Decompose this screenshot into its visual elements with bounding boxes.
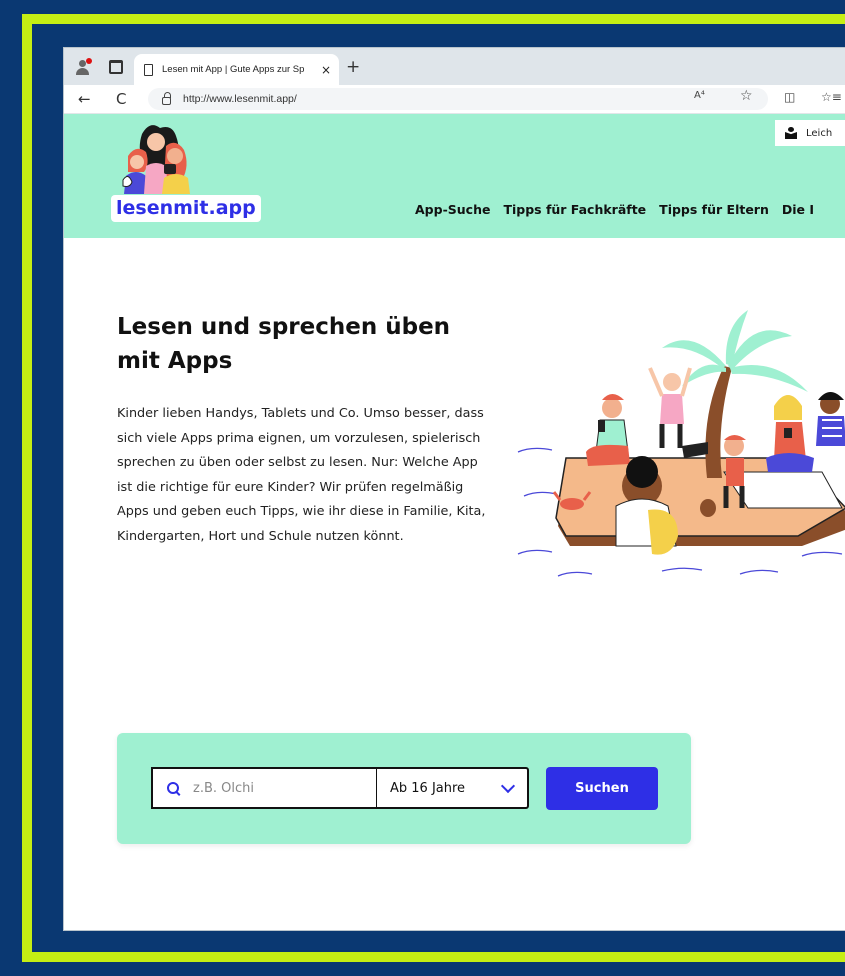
favorites-icon[interactable]: ☆≡	[821, 90, 842, 104]
profile-icon[interactable]	[74, 57, 94, 77]
nav-item-die[interactable]: Die I	[782, 202, 814, 217]
reading-person-icon	[785, 127, 797, 139]
split-screen-icon[interactable]: ◫	[784, 90, 795, 104]
browser-toolbar: ← C http://www.lesenmit.app/ A⁴ ☆ ◫ ☆≡	[64, 85, 845, 114]
address-bar[interactable]: http://www.lesenmit.app/	[148, 88, 768, 110]
logo-illustration	[122, 125, 190, 194]
search-field[interactable]	[151, 767, 377, 809]
age-select[interactable]: Ab 16 Jahre	[376, 767, 529, 809]
tab-title: Lesen mit App | Gute Apps zur Sp	[162, 64, 305, 75]
new-tab-button[interactable]: +	[346, 57, 360, 77]
page-icon	[144, 63, 153, 76]
island-illustration	[517, 310, 845, 577]
app-search-panel: Ab 16 Jahre Suchen	[117, 733, 691, 844]
main-nav: App-Suche Tipps für Fachkräfte Tipps für…	[415, 202, 827, 217]
search-button[interactable]: Suchen	[546, 767, 658, 810]
url-text[interactable]: http://www.lesenmit.app/	[183, 93, 297, 105]
browser-window: Lesen mit App | Gute Apps zur Sp × + ← C…	[64, 48, 845, 930]
nav-item-app-suche[interactable]: App-Suche	[415, 202, 490, 217]
site-header: lesenmit.app Leich	[64, 114, 845, 238]
tab-strip: Lesen mit App | Gute Apps zur Sp × +	[64, 48, 845, 85]
site-logo[interactable]: lesenmit.app	[111, 195, 261, 222]
chevron-down-icon	[500, 778, 516, 794]
age-select-value: Ab 16 Jahre	[390, 780, 466, 796]
back-button[interactable]: ←	[78, 90, 91, 108]
easy-language-label: Leich	[806, 127, 833, 139]
browser-tab[interactable]: Lesen mit App | Gute Apps zur Sp ×	[134, 54, 339, 85]
easy-language-link[interactable]: Leich	[775, 120, 845, 146]
intro-text: Kinder lieben Handys, Tablets und Co. Um…	[117, 406, 486, 544]
lock-icon[interactable]	[162, 91, 171, 105]
tab-actions-icon[interactable]	[106, 57, 126, 77]
search-icon	[167, 782, 179, 794]
nav-item-tipps-eltern[interactable]: Tipps für Eltern	[659, 202, 769, 217]
nav-item-tipps-fachkraefte[interactable]: Tipps für Fachkräfte	[503, 202, 646, 217]
search-input[interactable]	[191, 779, 365, 797]
read-aloud-icon[interactable]: A⁴	[694, 90, 705, 101]
page-title: Lesen und sprechen üben mit Apps	[117, 314, 451, 374]
tab-close-icon[interactable]: ×	[321, 63, 331, 77]
reload-button[interactable]: C	[116, 90, 126, 108]
favorite-star-icon[interactable]: ☆	[740, 88, 753, 104]
